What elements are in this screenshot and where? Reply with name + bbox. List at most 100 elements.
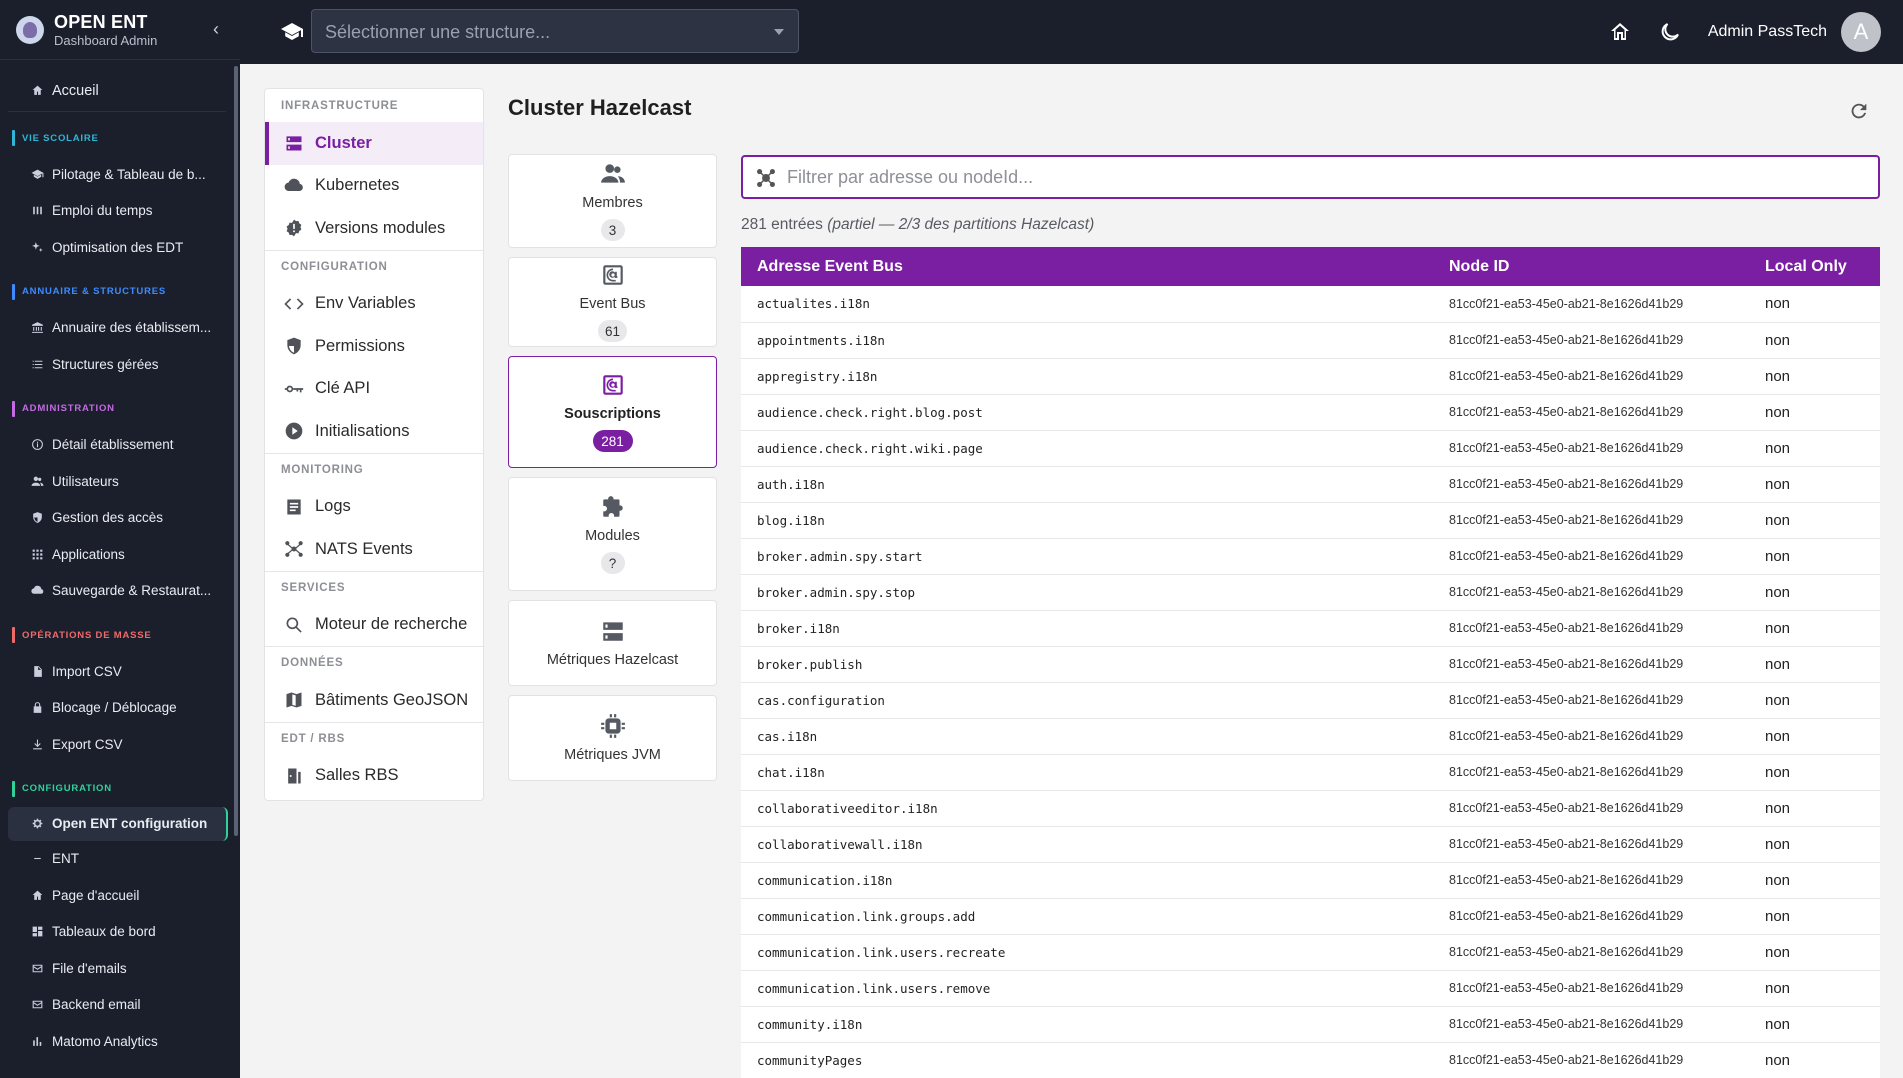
- node-id: 81cc0f21-ea53-45e0-ab21-8e1626d41b29: [1433, 430, 1749, 467]
- brand[interactable]: OPEN ENT Dashboard Admin ‹: [0, 0, 240, 60]
- sidebar-item[interactable]: Tableaux de bord: [0, 914, 240, 951]
- sidebar-item[interactable]: Page d'accueil: [0, 877, 240, 914]
- table-row[interactable]: collaborativeeditor.i18n 81cc0f21-ea53-45…: [741, 790, 1880, 827]
- metric-card[interactable]: Membres 3: [508, 154, 717, 248]
- sidebar-item[interactable]: Open ENT configuration: [8, 806, 228, 841]
- event-bus-address: auth.i18n: [741, 466, 1433, 503]
- config-nav-item[interactable]: Env Variables: [265, 283, 483, 326]
- table-row[interactable]: chat.i18n 81cc0f21-ea53-45e0-ab21-8e1626d…: [741, 754, 1880, 791]
- sidebar-item[interactable]: File d'emails: [0, 950, 240, 987]
- table-row[interactable]: communityPages 81cc0f21-ea53-45e0-ab21-8e…: [741, 1042, 1880, 1078]
- metric-card[interactable]: Métriques Hazelcast: [508, 600, 717, 686]
- dashboard-icon: [30, 925, 44, 939]
- metric-card[interactable]: Souscriptions 281: [508, 356, 717, 468]
- table-row[interactable]: appregistry.i18n 81cc0f21-ea53-45e0-ab21-…: [741, 358, 1880, 395]
- local-only: non: [1749, 502, 1880, 539]
- table-row[interactable]: broker.i18n 81cc0f21-ea53-45e0-ab21-8e162…: [741, 610, 1880, 647]
- node-id: 81cc0f21-ea53-45e0-ab21-8e1626d41b29: [1433, 682, 1749, 719]
- sidebar-item[interactable]: Export CSV: [0, 726, 240, 763]
- sidebar-item[interactable]: Blocage / Déblocage: [0, 690, 240, 727]
- sidebar-item[interactable]: Détail établissement: [0, 427, 240, 464]
- config-nav-item[interactable]: Permissions: [265, 325, 483, 368]
- sidebar-item[interactable]: Gestion des accès: [0, 500, 240, 537]
- metric-card[interactable]: Event Bus 61: [508, 257, 717, 347]
- refresh-icon[interactable]: [1848, 100, 1870, 122]
- event-bus-address: communication.i18n: [741, 862, 1433, 899]
- sidebar-item[interactable]: Applications: [0, 536, 240, 573]
- table-row[interactable]: broker.publish 81cc0f21-ea53-45e0-ab21-8e…: [741, 646, 1880, 683]
- sidebar-item[interactable]: Import CSV: [0, 653, 240, 690]
- badge-alert-icon: [283, 217, 305, 239]
- table-row[interactable]: community.i18n 81cc0f21-ea53-45e0-ab21-8e…: [741, 1006, 1880, 1043]
- table-row[interactable]: communication.link.users.recreate 81cc0f2…: [741, 934, 1880, 971]
- local-only: non: [1749, 322, 1880, 359]
- sidebar-item[interactable]: Pilotage & Tableau de b...: [0, 156, 240, 193]
- config-nav-item[interactable]: Moteur de recherche: [265, 604, 483, 647]
- table-row[interactable]: communication.link.groups.add 81cc0f21-ea…: [741, 898, 1880, 935]
- sidebar-item[interactable]: Structures gérées: [0, 346, 240, 383]
- table-row[interactable]: blog.i18n 81cc0f21-ea53-45e0-ab21-8e1626d…: [741, 502, 1880, 539]
- table-row[interactable]: communication.i18n 81cc0f21-ea53-45e0-ab2…: [741, 862, 1880, 899]
- sidebar-item[interactable]: ENT: [0, 841, 240, 878]
- sidebar-item-label: Gestion des accès: [52, 510, 164, 526]
- local-only: non: [1749, 862, 1880, 899]
- column-header[interactable]: Adresse Event Bus: [741, 247, 1433, 286]
- config-nav-item[interactable]: Salles RBS: [265, 755, 483, 798]
- config-nav-item[interactable]: Logs: [265, 486, 483, 529]
- config-nav-item[interactable]: Cluster: [265, 122, 483, 165]
- config-nav-item[interactable]: Bâtiments GeoJSON: [265, 679, 483, 722]
- dark-mode-moon-icon[interactable]: [1658, 20, 1682, 44]
- config-nav-section: EDT / RBS: [265, 721, 483, 755]
- config-nav-item[interactable]: Clé API: [265, 368, 483, 411]
- metric-card[interactable]: Métriques JVM: [508, 695, 717, 781]
- metric-card-badge: 281: [592, 430, 633, 452]
- structure-select[interactable]: Sélectionner une structure...: [311, 9, 799, 53]
- avatar[interactable]: A: [1841, 12, 1881, 52]
- table-row[interactable]: cas.configuration 81cc0f21-ea53-45e0-ab21…: [741, 682, 1880, 719]
- metric-card[interactable]: Modules?: [508, 477, 717, 591]
- local-only: non: [1749, 286, 1880, 323]
- column-header[interactable]: Node ID: [1433, 247, 1749, 286]
- local-only: non: [1749, 358, 1880, 395]
- sidebar-item-home[interactable]: Accueil: [8, 70, 226, 112]
- sidebar-item[interactable]: Optimisation des EDT: [0, 229, 240, 266]
- search-icon: [283, 614, 305, 636]
- sidebar-item[interactable]: Sauvegarde & Restaurat...: [0, 573, 240, 610]
- config-nav-item[interactable]: Kubernetes: [265, 165, 483, 208]
- sidebar-scrollbar[interactable]: [234, 66, 238, 836]
- metric-card-label: Event Bus: [579, 296, 646, 312]
- user-name[interactable]: Admin PassTech: [1708, 23, 1827, 41]
- config-nav-item[interactable]: NATS Events: [265, 528, 483, 571]
- column-header[interactable]: Local Only: [1749, 247, 1880, 286]
- filter-input[interactable]: [787, 163, 1867, 191]
- config-nav-item[interactable]: Initialisations: [265, 410, 483, 453]
- sidebar-item[interactable]: Utilisateurs: [0, 463, 240, 500]
- door-icon: [283, 765, 305, 787]
- collapse-sidebar-chevron-left-icon[interactable]: ‹: [206, 19, 226, 40]
- sidebar-item[interactable]: Backend email: [0, 987, 240, 1024]
- sidebar-item[interactable]: Matomo Analytics: [0, 1023, 240, 1060]
- table-row[interactable]: communication.link.users.remove 81cc0f21-…: [741, 970, 1880, 1007]
- sidebar-item-label: Matomo Analytics: [52, 1033, 158, 1049]
- home-icon[interactable]: [1608, 20, 1632, 44]
- node-id: 81cc0f21-ea53-45e0-ab21-8e1626d41b29: [1433, 538, 1749, 575]
- table-row[interactable]: audience.check.right.blog.post 81cc0f21-e…: [741, 394, 1880, 431]
- sidebar-section: CONFIGURATION: [0, 771, 240, 807]
- table-row[interactable]: auth.i18n 81cc0f21-ea53-45e0-ab21-8e1626d…: [741, 466, 1880, 503]
- table-row[interactable]: appointments.i18n 81cc0f21-ea53-45e0-ab21…: [741, 322, 1880, 359]
- hub-icon: [757, 169, 775, 187]
- table-row[interactable]: collaborativewall.i18n 81cc0f21-ea53-45e0…: [741, 826, 1880, 863]
- metric-card-badge: 3: [600, 219, 625, 241]
- table-row[interactable]: actualites.i18n 81cc0f21-ea53-45e0-ab21-8…: [741, 286, 1880, 323]
- sidebar-item[interactable]: Emploi du temps: [0, 193, 240, 230]
- table-row[interactable]: audience.check.right.wiki.page 81cc0f21-e…: [741, 430, 1880, 467]
- table-row[interactable]: cas.i18n 81cc0f21-ea53-45e0-ab21-8e1626d4…: [741, 718, 1880, 755]
- config-nav-item[interactable]: Versions modules: [265, 207, 483, 250]
- node-id: 81cc0f21-ea53-45e0-ab21-8e1626d41b29: [1433, 394, 1749, 431]
- structure-select-placeholder: Sélectionner une structure...: [325, 22, 551, 42]
- filter-box[interactable]: [741, 155, 1880, 199]
- table-row[interactable]: broker.admin.spy.stop 81cc0f21-ea53-45e0-…: [741, 574, 1880, 611]
- table-row[interactable]: broker.admin.spy.start 81cc0f21-ea53-45e0…: [741, 538, 1880, 575]
- sidebar-item[interactable]: Annuaire des établissem...: [0, 310, 240, 347]
- local-only: non: [1749, 718, 1880, 755]
